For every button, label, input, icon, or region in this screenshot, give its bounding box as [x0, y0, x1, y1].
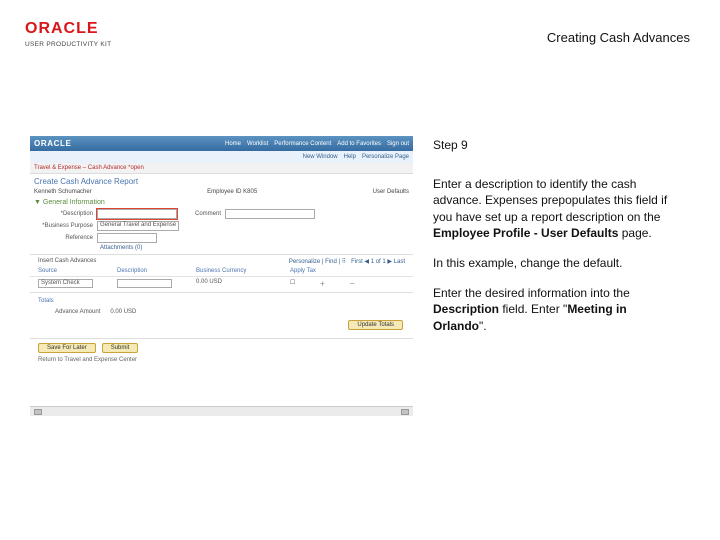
app-brand: ORACLE	[34, 139, 71, 148]
scroll-right-icon[interactable]	[401, 409, 409, 415]
breadcrumb: Travel & Expense – Cash Advance *open	[30, 163, 413, 174]
submit-button[interactable]: Submit	[102, 343, 139, 353]
app-topbar: ORACLE Home Worklist Performance Content…	[30, 136, 413, 151]
user-defaults-link[interactable]: User Defaults	[373, 189, 409, 195]
horizontal-scrollbar[interactable]	[30, 406, 413, 416]
description-label: *Description	[38, 211, 93, 217]
page-title: Creating Cash Advances	[547, 30, 690, 45]
employee-name: Kenneth Schumacher	[34, 189, 92, 195]
row-add-icon[interactable]: ＋	[319, 279, 325, 288]
col-description: Description	[117, 268, 172, 274]
oracle-logo: ORACLE	[25, 20, 99, 38]
advance-amount-label: Advance Amount	[55, 309, 100, 315]
col-currency: Business Currency	[196, 268, 266, 274]
training-screenshot: ORACLE Home Worklist Performance Content…	[30, 136, 413, 416]
instructions-panel: Step 9 Enter a description to identify t…	[433, 137, 683, 348]
col-tax: Apply Tax	[290, 268, 316, 274]
empid-value: K805	[243, 189, 257, 195]
empid-label: Employee ID	[207, 189, 241, 195]
col-source: Source	[38, 268, 93, 274]
save-button[interactable]: Save For Later	[38, 343, 96, 353]
row-desc[interactable]	[117, 279, 172, 288]
grid-pager[interactable]: First ◀ 1 of 1 ▶ Last	[351, 259, 405, 265]
description-input[interactable]	[97, 209, 177, 219]
advance-amount-value: 0.00 USD	[110, 309, 136, 315]
row-tax-checkbox[interactable]: ☐	[290, 279, 295, 288]
link-personalize[interactable]: Personalize Page	[362, 154, 409, 160]
purpose-label: *Business Purpose	[38, 223, 93, 229]
attachments-link[interactable]: Attachments (0)	[100, 245, 142, 251]
link-help[interactable]: Help	[344, 154, 356, 160]
nav-home[interactable]: Home	[225, 141, 241, 147]
reference-label: Reference	[38, 235, 93, 241]
app-subnav: New Window Help Personalize Page	[30, 151, 413, 163]
grid-actions[interactable]: Personalize | Find | ⠿	[289, 259, 346, 265]
row-remove-icon[interactable]: －	[349, 279, 355, 288]
instruction-p3: Enter the desired information into the D…	[433, 285, 683, 334]
grid-title: Insert Cash Advances	[38, 258, 96, 265]
instruction-p2: In this example, change the default.	[433, 255, 683, 271]
update-totals-button[interactable]: Update Totals	[348, 320, 403, 330]
section-general-info[interactable]: ▼ General Information	[30, 197, 413, 208]
nav-worklist[interactable]: Worklist	[247, 141, 268, 147]
totals-label: Totals	[30, 295, 413, 307]
return-link[interactable]: Return to Travel and Expense Center	[30, 355, 413, 365]
nav-fav[interactable]: Add to Favorites	[337, 141, 381, 147]
nav-perf[interactable]: Performance Content	[274, 141, 331, 147]
step-number: Step 9	[433, 137, 683, 153]
scroll-left-icon[interactable]	[34, 409, 42, 415]
form-title: Create Cash Advance Report	[30, 174, 413, 187]
reference-input[interactable]	[97, 233, 157, 243]
comment-input[interactable]	[225, 209, 315, 219]
comment-label: Comment	[181, 211, 221, 217]
row-source[interactable]: System Check	[38, 279, 93, 288]
nav-signout[interactable]: Sign out	[387, 141, 409, 147]
instruction-p1: Enter a description to identify the cash…	[433, 176, 683, 241]
logo-subtitle: USER PRODUCTIVITY KIT	[25, 41, 111, 48]
purpose-select[interactable]: General Travel and Expense	[97, 221, 179, 231]
link-new-window[interactable]: New Window	[303, 154, 338, 160]
app-nav: Home Worklist Performance Content Add to…	[225, 141, 409, 147]
row-amount: 0.00 USD	[196, 279, 266, 288]
